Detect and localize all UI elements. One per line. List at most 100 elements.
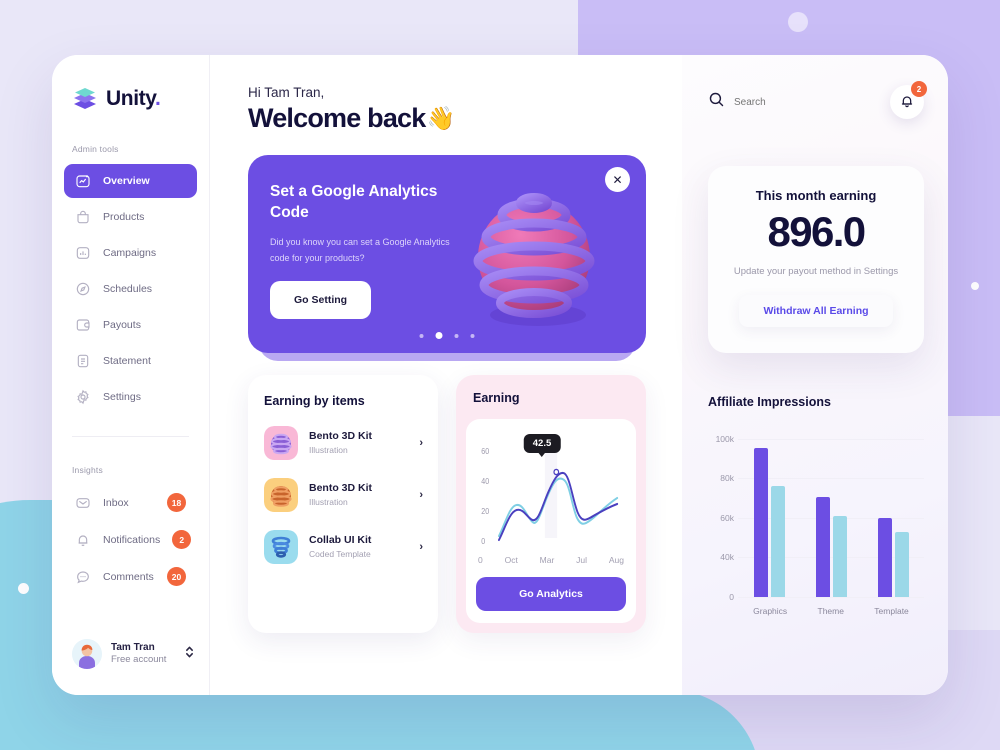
brand-name: Unity. <box>106 87 161 110</box>
promo-title: Set a Google Analytics Code <box>270 183 438 221</box>
svg-text:40: 40 <box>481 477 489 487</box>
month-earning-value: 896.0 <box>767 208 866 255</box>
carousel-dot-active[interactable] <box>435 332 443 339</box>
y-tick: 60k <box>720 512 734 523</box>
chevron-right-icon[interactable]: › <box>419 437 423 449</box>
orange-sphere-thumb-icon <box>264 478 298 512</box>
sidebar-item-label: Inbox <box>103 496 129 509</box>
notification-count-badge: 2 <box>911 81 927 97</box>
chevron-right-icon[interactable]: › <box>419 489 423 501</box>
avatar <box>72 639 102 669</box>
background-dot-right <box>971 282 979 290</box>
background-cyan-strip <box>0 690 760 750</box>
app-window: Unity. Admin tools Overview Products Cam… <box>52 55 948 695</box>
go-analytics-button[interactable]: Go Analytics <box>476 577 626 611</box>
earning-chart-x-axis: 0 Oct Mar Jul Aug <box>476 550 626 565</box>
sidebar-item-campaigns[interactable]: Campaigns <box>64 236 197 270</box>
bar-series-a[interactable] <box>815 497 830 597</box>
list-item-title: Bento 3D Kit <box>309 429 372 442</box>
x-tick-zero: 0 <box>478 555 483 565</box>
sidebar-item-comments[interactable]: Comments 20 <box>64 559 197 594</box>
background-dot-left <box>18 583 29 594</box>
earning-by-items-title: Earning by items <box>264 394 365 408</box>
gear-icon <box>75 389 91 405</box>
sidebar-item-label: Comments <box>103 570 154 583</box>
sidebar-item-settings[interactable]: Settings <box>64 380 197 414</box>
bar-series-a[interactable] <box>877 517 892 597</box>
sidebar-item-statement[interactable]: Statement <box>64 344 197 378</box>
bar-series-b[interactable] <box>894 531 909 597</box>
carousel-dot[interactable] <box>419 333 424 338</box>
x-tick: Aug <box>608 555 624 565</box>
bell-icon <box>899 93 915 112</box>
sidebar-item-label: Notifications <box>103 533 161 546</box>
x-tick: Template <box>874 605 909 616</box>
document-icon <box>75 353 91 369</box>
user-meta: Tam Tran Free account <box>111 642 175 666</box>
sidebar: Unity. Admin tools Overview Products Cam… <box>52 55 210 695</box>
list-item[interactable]: Collab UI Kit Coded Template › <box>264 530 423 564</box>
sidebar-item-products[interactable]: Products <box>64 200 197 234</box>
sidebar-item-payouts[interactable]: Payouts <box>64 308 197 342</box>
bar-series-b[interactable] <box>770 486 785 597</box>
user-account-switcher[interactable]: Tam Tran Free account <box>52 639 209 695</box>
user-plan: Free account <box>111 654 167 666</box>
brand-logo[interactable]: Unity. <box>52 82 209 116</box>
bar-chart-icon <box>75 245 91 261</box>
bar-series-a[interactable] <box>753 448 768 597</box>
x-tick: Oct <box>504 555 518 565</box>
search-input[interactable] <box>734 96 880 108</box>
sidebar-item-label: Statement <box>103 355 151 367</box>
earning-line-chart: 60 40 20 0 42.5 <box>476 432 626 550</box>
earning-chart-card: Earning 60 40 20 0 42.5 0 Oct Mar Jul Au… <box>456 375 646 633</box>
month-earning-label: This month earning <box>755 188 877 203</box>
background-dot-large <box>788 12 808 32</box>
brand-dot: . <box>154 87 161 110</box>
sidebar-section-insights-label: Insights <box>72 465 103 475</box>
y-tick: 100k <box>715 433 734 444</box>
wallet-icon <box>75 317 91 333</box>
bar-groups <box>738 429 924 597</box>
list-item[interactable]: Bento 3D Kit Illustration › <box>264 426 423 460</box>
sidebar-item-label: Overview <box>103 175 150 187</box>
bar-group-template <box>877 429 909 597</box>
notifications-button-wrapper: 2 <box>890 81 927 119</box>
bar-chart-y-axis: 100k 80k 60k 40k 0 <box>708 429 738 602</box>
sidebar-item-notifications[interactable]: Notifications 2 <box>64 522 197 557</box>
promo-banner: ✕ Set a Google Analytics Code Did you kn… <box>248 155 646 353</box>
sidebar-item-overview[interactable]: Overview <box>64 164 197 198</box>
list-item-meta: Collab UI Kit Coded Template <box>309 534 408 561</box>
bottom-cards-row: Earning by items Bento 3D Kit Illustrati… <box>248 375 646 633</box>
list-item-subtitle: Illustration <box>309 497 348 508</box>
carousel-dots[interactable] <box>419 332 475 339</box>
go-setting-button[interactable]: Go Setting <box>270 281 372 320</box>
sidebar-divider <box>72 436 189 437</box>
sidebar-item-label: Schedules <box>103 283 153 295</box>
list-item[interactable]: Bento 3D Kit Illustration › <box>264 478 423 512</box>
list-item-title: Collab UI Kit <box>309 533 372 546</box>
svg-text:20: 20 <box>481 507 489 517</box>
user-name: Tam Tran <box>111 641 155 653</box>
search-box[interactable] <box>708 91 880 113</box>
svg-text:60: 60 <box>481 447 489 457</box>
bar-group-graphics <box>753 429 785 597</box>
promo-description: Did you know you can set a Google Analyt… <box>270 236 450 264</box>
x-tick: Graphics <box>753 605 788 616</box>
envelope-icon <box>75 495 91 511</box>
search-icon <box>708 91 725 113</box>
carousel-dot[interactable] <box>470 333 475 338</box>
greeting-small: Hi Tam Tran, <box>248 85 325 100</box>
sidebar-item-schedules[interactable]: Schedules <box>64 272 197 306</box>
chevron-right-icon[interactable]: › <box>419 541 423 553</box>
list-item-meta: Bento 3D Kit Illustration <box>309 430 408 457</box>
withdraw-all-earning-button[interactable]: Withdraw All Earning <box>738 294 894 327</box>
carousel-dot[interactable] <box>454 333 459 338</box>
y-tick: 40k <box>720 552 734 563</box>
bell-icon <box>75 532 91 548</box>
compass-icon <box>75 281 91 297</box>
chevron-up-down-icon[interactable] <box>184 644 195 665</box>
bar-series-b[interactable] <box>832 516 847 597</box>
3d-striped-sphere-icon <box>460 175 612 333</box>
sidebar-nav: Overview Products Campaigns Schedules Pa… <box>52 164 209 414</box>
sidebar-item-inbox[interactable]: Inbox 18 <box>64 485 197 520</box>
